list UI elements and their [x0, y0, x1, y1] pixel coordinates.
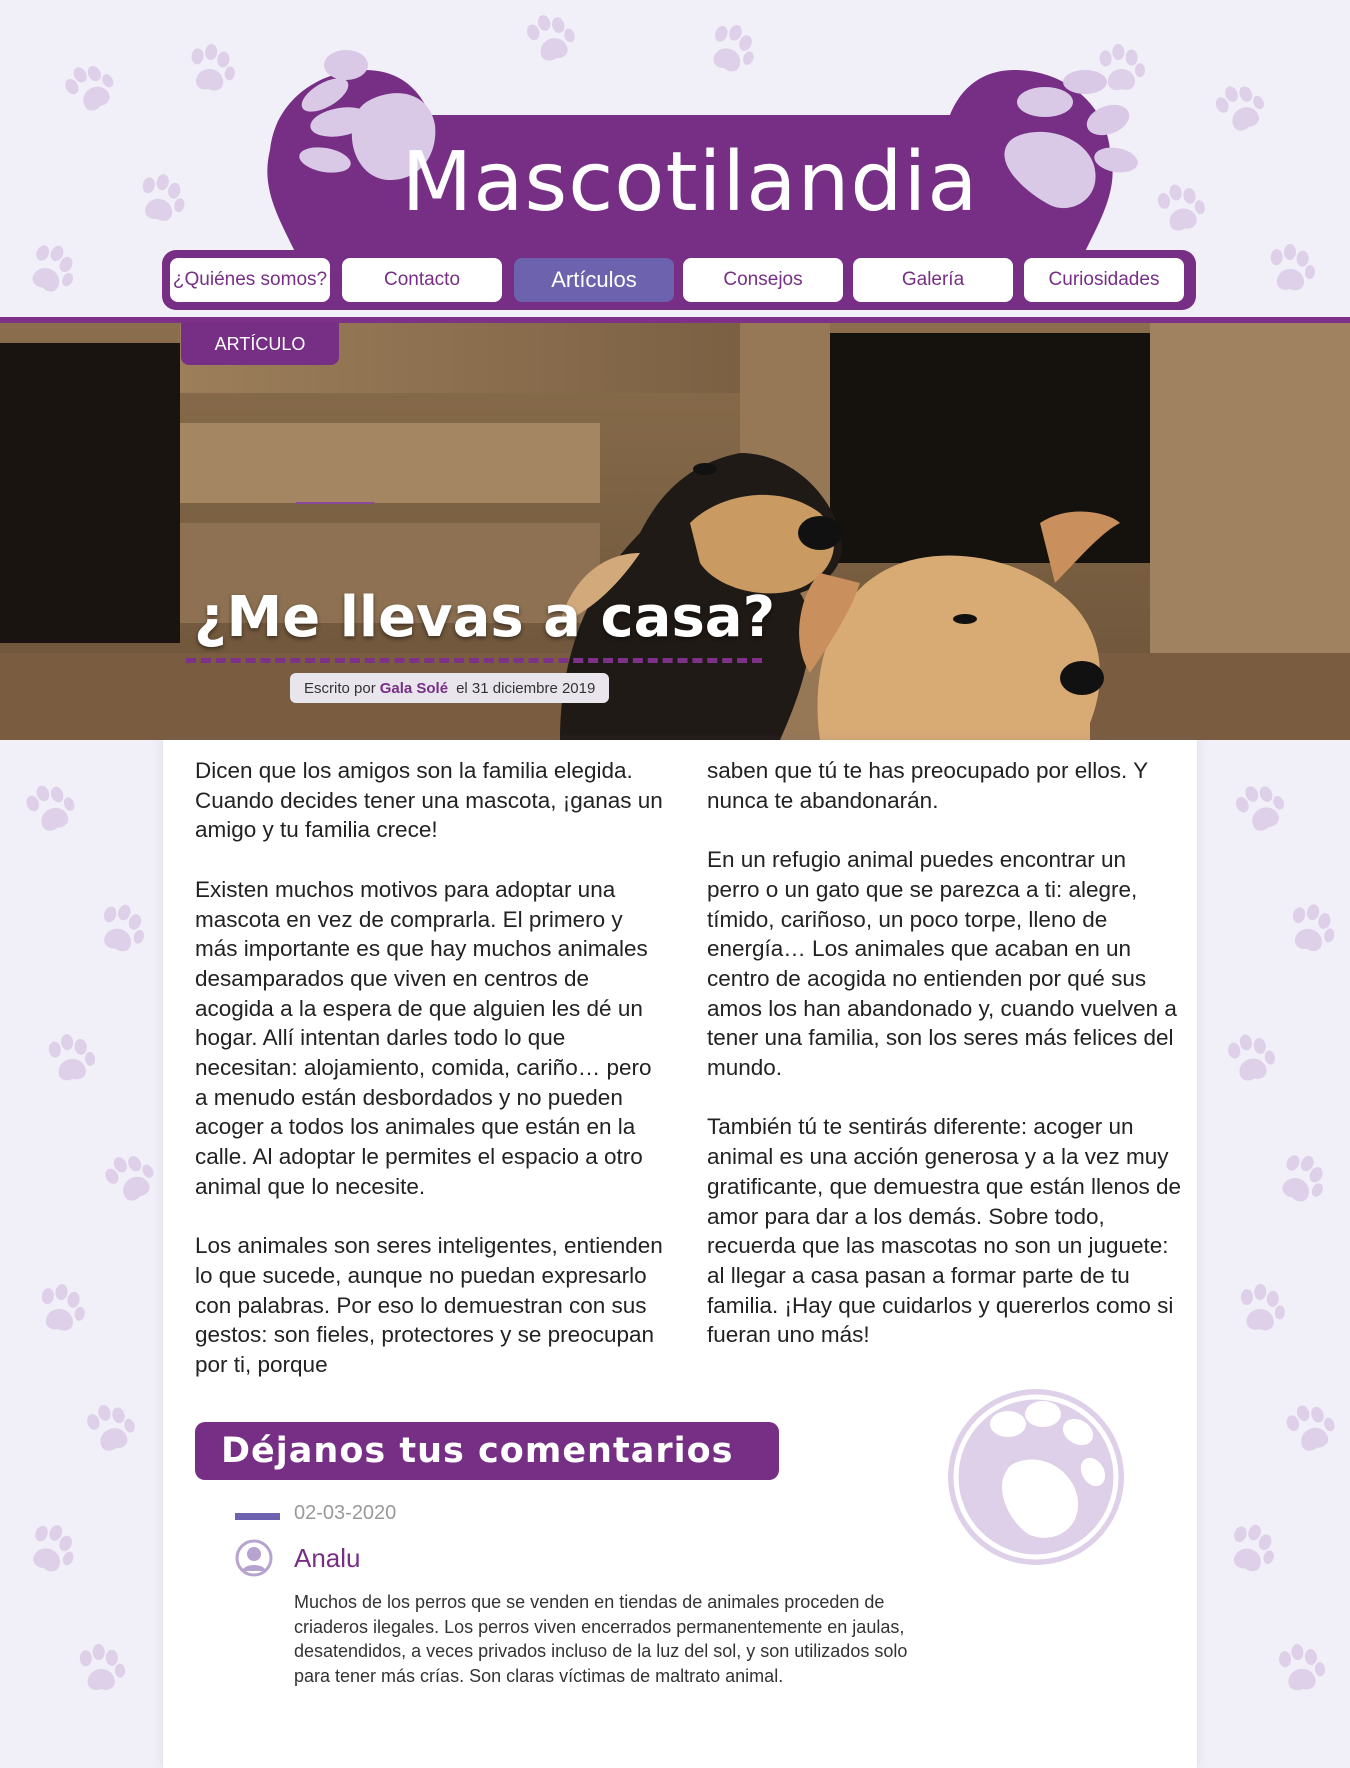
article-title: ¿Me llevas a casa? [194, 585, 776, 650]
background-paw-icon [49, 49, 131, 131]
comment-author[interactable]: Analu [294, 1543, 361, 1574]
background-paw-icon [73, 1393, 146, 1466]
main-nav: ¿Quiénes somos? Contacto Artículos Conse… [162, 250, 1196, 310]
nav-quienes-somos[interactable]: ¿Quiénes somos? [170, 258, 330, 302]
background-paw-icon [83, 893, 158, 968]
paragraph: Existen muchos motivos para adoptar una … [195, 876, 652, 1199]
background-paw-icon [1200, 70, 1280, 150]
paragraph: saben que tú te has preocupado por ellos… [707, 758, 1148, 813]
background-paw-icon [69, 1639, 130, 1700]
background-paw-icon [1212, 1512, 1288, 1588]
article-column-left: Dicen que los amigos son la familia eleg… [195, 756, 665, 1409]
article-card: Dicen que los amigos son la familia eleg… [163, 740, 1197, 1768]
nav-consejos[interactable]: Consejos [683, 258, 843, 302]
background-paw-icon [1145, 175, 1215, 245]
title-underline [186, 658, 762, 663]
article-tag[interactable]: ARTÍCULO [181, 323, 339, 365]
user-avatar-icon [235, 1539, 273, 1577]
nav-curiosidades[interactable]: Curiosidades [1024, 258, 1184, 302]
nav-galeria[interactable]: Galería [853, 258, 1013, 302]
paragraph: También tú te sentirás diferente: acoger… [707, 1114, 1182, 1348]
background-paw-icon [1272, 1392, 1348, 1468]
comment-text: Muchos de los perros que se venden en ti… [294, 1592, 908, 1686]
background-paw-icon [1228, 1278, 1292, 1342]
background-paw-icon [89, 1139, 171, 1221]
site-logo[interactable]: Mascotilandia [240, 40, 1140, 262]
background-paw-icon [10, 230, 90, 310]
comment-marker [235, 1513, 280, 1520]
background-paw-icon [1215, 1025, 1285, 1095]
background-paw-icon [26, 1276, 94, 1344]
author-link[interactable]: Gala Solé [380, 680, 448, 697]
background-paw-icon [1260, 1140, 1341, 1221]
hero-image [0, 323, 1350, 740]
background-paw-icon [177, 37, 244, 104]
background-paw-icon [1220, 770, 1299, 849]
nav-contacto[interactable]: Contacto [342, 258, 502, 302]
paragraph: En un refugio animal puedes encontrar un… [707, 847, 1177, 1081]
background-paw-icon [1274, 894, 1346, 966]
background-paw-icon [11, 1511, 89, 1589]
comment-date: 02-03-2020 [294, 1502, 397, 1524]
article-column-right: saben que tú te has preocupado por ellos… [707, 756, 1183, 1380]
background-paw-icon [12, 772, 89, 849]
byline-prefix: Escrito por [304, 679, 376, 697]
paragraph: Dicen que los amigos son la familia eleg… [195, 758, 663, 843]
comments-heading: Déjanos tus comentarios [195, 1422, 779, 1480]
background-paw-icon [1267, 1637, 1332, 1702]
decorative-line [296, 502, 374, 504]
paw-icon [948, 1389, 1124, 1565]
background-paw-icon [1258, 238, 1321, 301]
hero-banner: ARTÍCULO ¿Me llevas a casa? Escrito por … [0, 323, 1350, 740]
background-paw-icon [124, 164, 195, 235]
article-byline: Escrito por Gala Solé el 31 diciembre 20… [290, 673, 610, 703]
background-paw-icon [37, 1027, 103, 1093]
site-title: Mascotilandia [401, 135, 979, 230]
nav-articulos[interactable]: Artículos [514, 258, 674, 302]
paragraph: Los animales son seres inteligentes, ent… [195, 1233, 663, 1378]
publish-date: el 31 diciembre 2019 [456, 679, 596, 697]
